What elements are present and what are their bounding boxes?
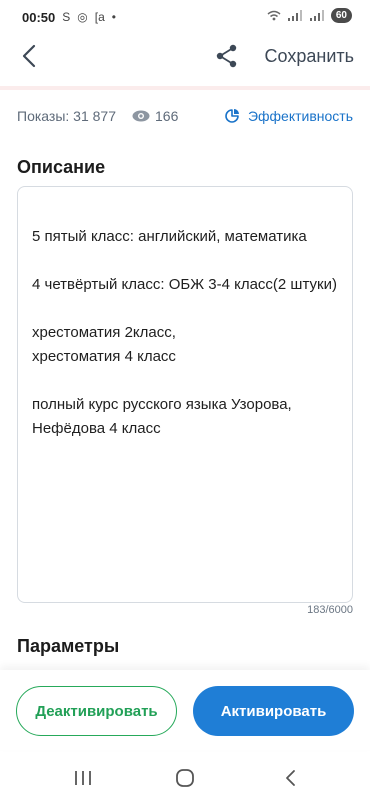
pie-chart-icon <box>225 109 239 123</box>
description-field[interactable]: 5 пятый класс: английский, математика 4 … <box>17 186 353 603</box>
app-bar-divider <box>0 86 370 90</box>
signal-icon <box>287 10 302 21</box>
notification-icon-1: S <box>62 10 71 24</box>
notification-icon-3: [a <box>94 10 105 24</box>
character-counter: 183/6000 <box>307 604 353 616</box>
status-bar: 00:50 S ◎ [a • 60 <box>0 0 370 34</box>
notification-icon-4: • <box>111 10 116 24</box>
efficiency-label: Эффективность <box>247 108 353 124</box>
status-left: 00:50 S ◎ [a • <box>22 10 116 25</box>
stats-row: Показы: 31 877 166 Эффективность <box>17 106 353 126</box>
activate-button[interactable]: Активировать <box>193 686 354 736</box>
notification-icon-2: ◎ <box>77 10 88 24</box>
signal-icon-2 <box>309 10 324 21</box>
description-title: Описание <box>17 157 106 177</box>
wifi-icon <box>267 10 281 21</box>
status-right: 60 <box>267 8 352 23</box>
app-bar: Сохранить <box>0 34 370 80</box>
deactivate-button[interactable]: Деактивировать <box>16 686 177 736</box>
battery-indicator: 60 <box>330 8 352 23</box>
views-count: 166 <box>155 108 179 124</box>
eye-icon <box>132 110 150 122</box>
description-text: 5 пятый класс: английский, математика 4 … <box>32 228 337 437</box>
impressions-count: Показы: 31 877 <box>17 108 116 124</box>
recent-apps-icon[interactable] <box>71 768 95 788</box>
home-icon[interactable] <box>173 768 197 788</box>
nav-back-icon[interactable] <box>279 768 303 788</box>
back-arrow-icon[interactable] <box>16 42 44 70</box>
efficiency-link[interactable]: Эффективность <box>224 108 353 124</box>
save-button[interactable]: Сохранить <box>265 46 354 67</box>
action-bar: Деактивировать Активировать <box>0 670 370 750</box>
parameters-title: Параметры <box>17 636 120 656</box>
status-time: 00:50 <box>22 9 56 25</box>
share-icon[interactable] <box>214 43 240 69</box>
system-nav-bar <box>0 752 370 802</box>
